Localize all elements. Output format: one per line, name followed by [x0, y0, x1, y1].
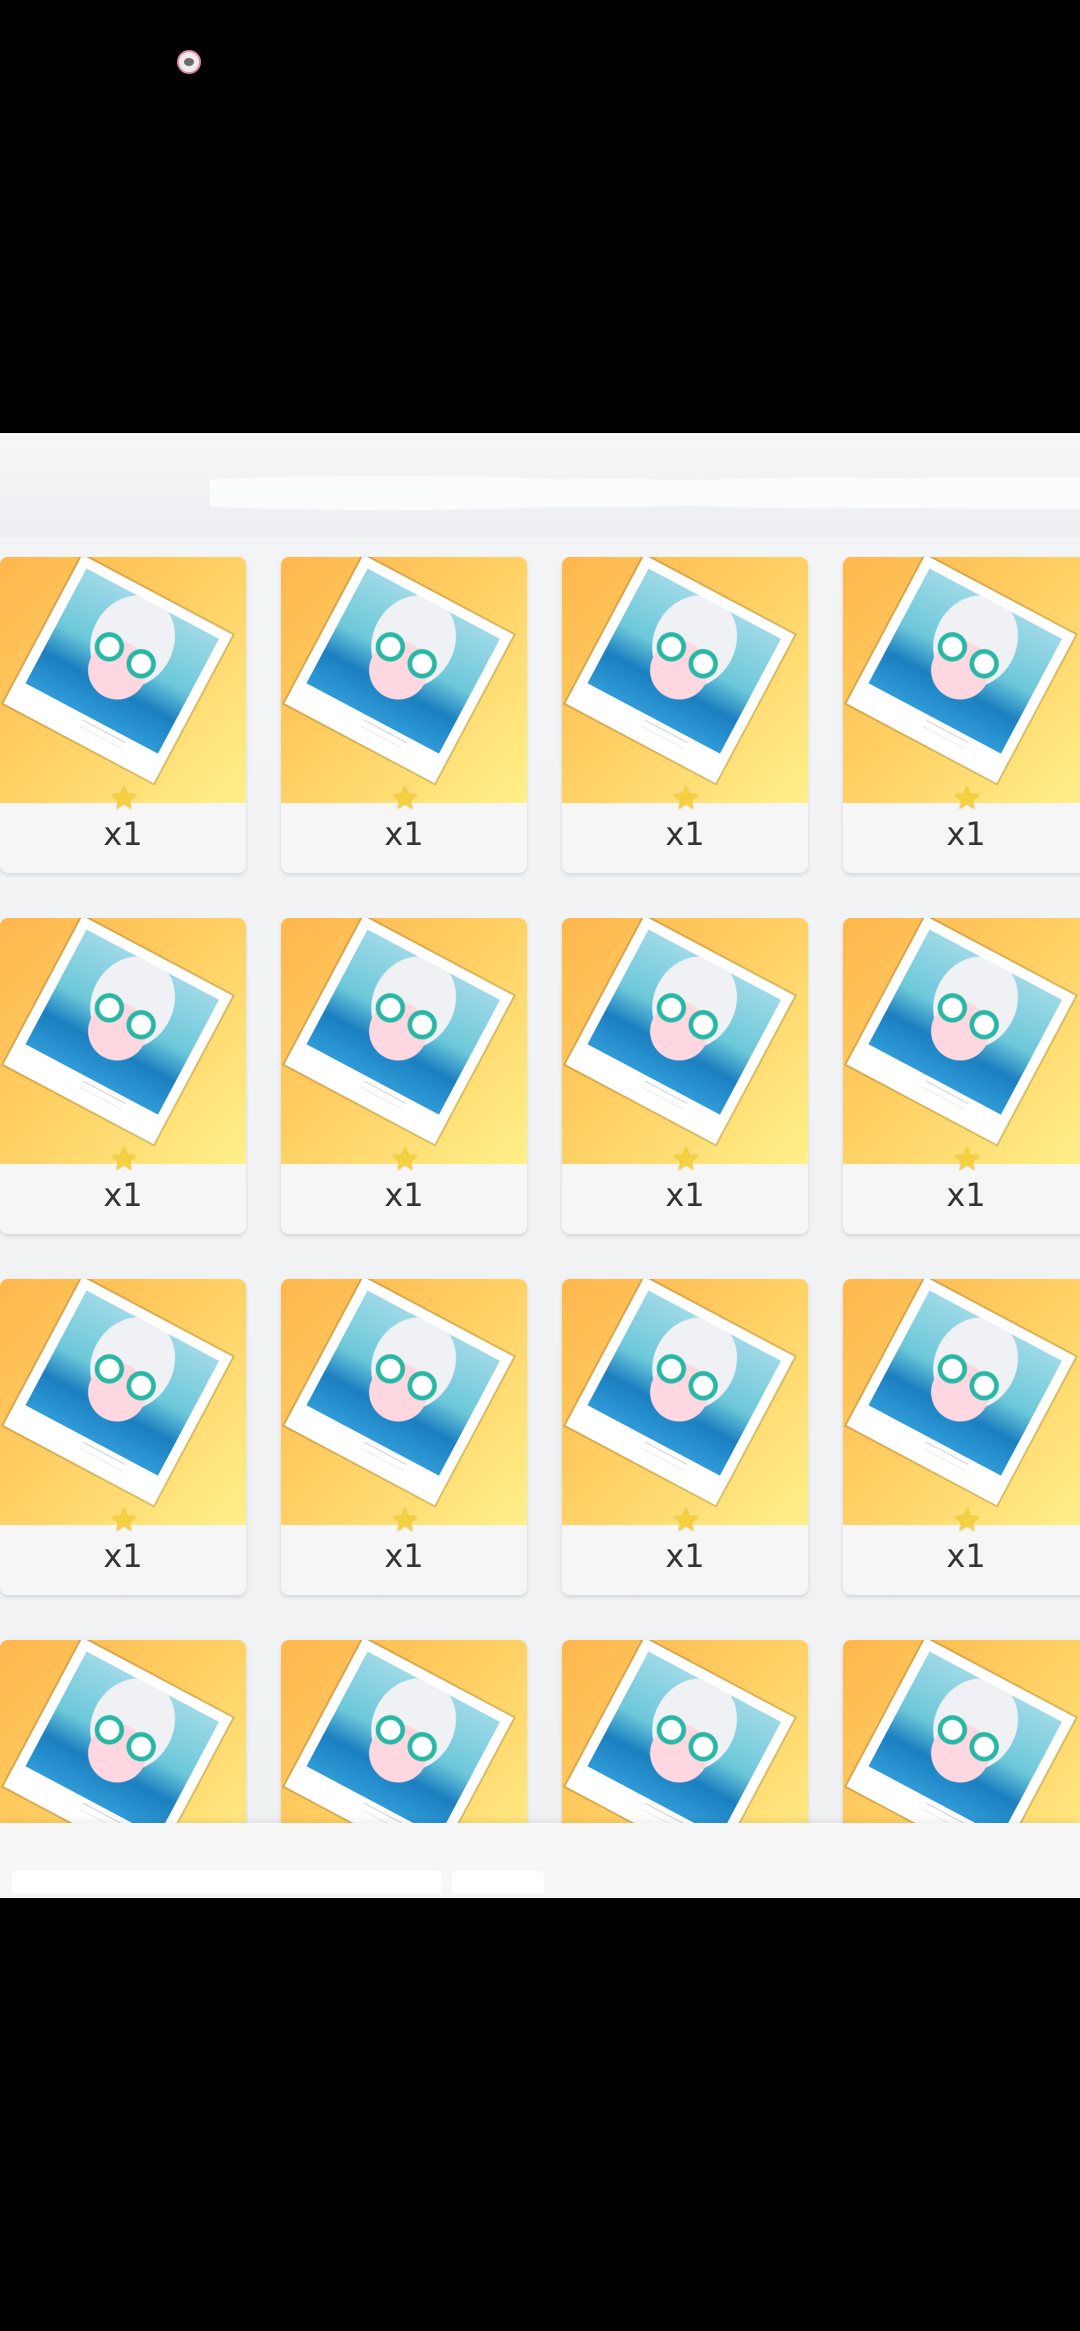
star-icon: ★ [109, 1140, 139, 1178]
item-quantity: x1 [103, 1537, 143, 1575]
item-card[interactable]: ★ x1 [562, 557, 808, 873]
star-icon: ★ [390, 779, 420, 817]
star-icon: ★ [109, 779, 139, 817]
item-quantity: x1 [665, 815, 705, 853]
item-quantity: x1 [384, 815, 424, 853]
status-notification-icon [177, 50, 201, 74]
star-icon: ★ [671, 779, 701, 817]
item-quantity: x1 [946, 815, 986, 853]
item-quantity: x1 [946, 1176, 986, 1214]
star-icon: ★ [671, 1501, 701, 1539]
item-card[interactable]: ★ x1 [0, 918, 246, 1234]
item-card[interactable]: ★ x1 [281, 1279, 527, 1595]
game-inventory-screen: ★ x1 ★ x1 ★ x1 ★ x1 ★ x1 ★ x1 ★ x1 ★ x1 … [0, 433, 1080, 1898]
item-card[interactable]: ★ x1 [562, 1279, 808, 1595]
item-card[interactable]: ★ x1 [562, 918, 808, 1234]
star-icon: ★ [952, 779, 982, 817]
item-quantity: x1 [103, 815, 143, 853]
item-quantity: x1 [946, 1537, 986, 1575]
item-quantity: x1 [103, 1176, 143, 1214]
item-card[interactable]: ★ x1 [0, 1279, 246, 1595]
star-icon: ★ [671, 1140, 701, 1178]
bottom-sheet [0, 1823, 1080, 1898]
item-card[interactable]: ★ x1 [843, 557, 1080, 873]
bottom-input-field[interactable] [12, 1869, 442, 1893]
item-quantity: x1 [384, 1537, 424, 1575]
bottom-action-button[interactable] [452, 1869, 544, 1893]
item-quantity: x1 [665, 1176, 705, 1214]
star-icon: ★ [390, 1501, 420, 1539]
header-banner [0, 433, 1080, 537]
item-card[interactable]: ★ x1 [843, 1279, 1080, 1595]
star-icon: ★ [390, 1140, 420, 1178]
item-quantity: x1 [384, 1176, 424, 1214]
item-card[interactable]: ★ x1 [281, 918, 527, 1234]
item-card[interactable]: ★ x1 [843, 918, 1080, 1234]
item-quantity: x1 [665, 1537, 705, 1575]
item-card[interactable]: ★ x1 [281, 557, 527, 873]
star-icon: ★ [952, 1140, 982, 1178]
item-card[interactable]: ★ x1 [0, 557, 246, 873]
star-icon: ★ [952, 1501, 982, 1539]
star-icon: ★ [109, 1501, 139, 1539]
